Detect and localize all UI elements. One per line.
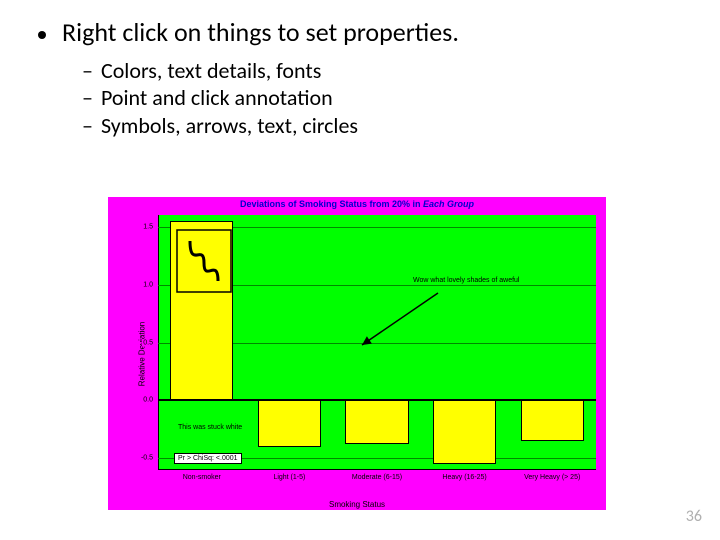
y-tick-label: 0.5 <box>142 339 154 346</box>
chart-title: Deviations of Smoking Status from 20% in… <box>108 199 606 209</box>
bullet-main: Right click on things to set properties. <box>38 18 690 47</box>
dash-icon: – <box>82 84 93 112</box>
chart-title-italic: Each Group <box>423 199 474 209</box>
annotation-top: Wow what lovely shades of aweful <box>413 277 519 284</box>
annotation-mid: This was stuck white <box>178 424 258 431</box>
sub-bullet-text: Point and click annotation <box>101 84 333 112</box>
sub-bullet-1: – Point and click annotation <box>82 84 690 112</box>
y-tick-label: -0.5 <box>140 455 154 462</box>
bar <box>345 400 408 444</box>
x-axis-label: Smoking Status <box>108 500 606 509</box>
x-axis-line <box>158 469 596 470</box>
x-category-label: Heavy (16-25) <box>442 474 486 481</box>
x-category-label: Light (1-5) <box>273 474 305 481</box>
dash-icon: – <box>82 57 93 85</box>
dash-icon: – <box>82 112 93 140</box>
y-tick-label: 0.0 <box>142 397 154 404</box>
sub-bullet-0: – Colors, text details, fonts <box>82 57 690 85</box>
chart-figure: Deviations of Smoking Status from 20% in… <box>108 197 606 510</box>
y-axis-label: Relative Deviation <box>138 321 147 385</box>
plot-area: Wow what lovely shades of aweful This wa… <box>158 215 596 470</box>
curly-symbol-icon <box>176 229 232 293</box>
x-category-label: Non-smoker <box>183 474 221 481</box>
x-category-label: Very Heavy (> 25) <box>524 474 580 481</box>
arrow-icon <box>348 287 448 357</box>
stat-box: Pr > ChiSq: <.0001 <box>174 453 242 464</box>
sub-bullet-text: Symbols, arrows, text, circles <box>101 112 358 140</box>
bullet-dot-icon <box>38 31 46 39</box>
bar <box>258 400 321 446</box>
bar <box>521 400 584 441</box>
bullet-block: Right click on things to set properties.… <box>38 18 690 139</box>
y-tick-label: 1.5 <box>142 223 154 230</box>
bullet-main-text: Right click on things to set properties. <box>62 18 459 47</box>
sub-bullet-text: Colors, text details, fonts <box>101 57 321 85</box>
zero-line <box>158 399 596 401</box>
sub-bullet-2: – Symbols, arrows, text, circles <box>82 112 690 140</box>
slide: Right click on things to set properties.… <box>0 0 720 540</box>
x-category-label: Moderate (6-15) <box>352 474 402 481</box>
sub-bullet-block: – Colors, text details, fonts – Point an… <box>82 57 690 140</box>
page-number: 36 <box>686 507 702 526</box>
bar <box>433 400 496 464</box>
chart-title-plain: Deviations of Smoking Status from 20% in <box>240 199 423 209</box>
y-tick-label: 1.0 <box>142 281 154 288</box>
